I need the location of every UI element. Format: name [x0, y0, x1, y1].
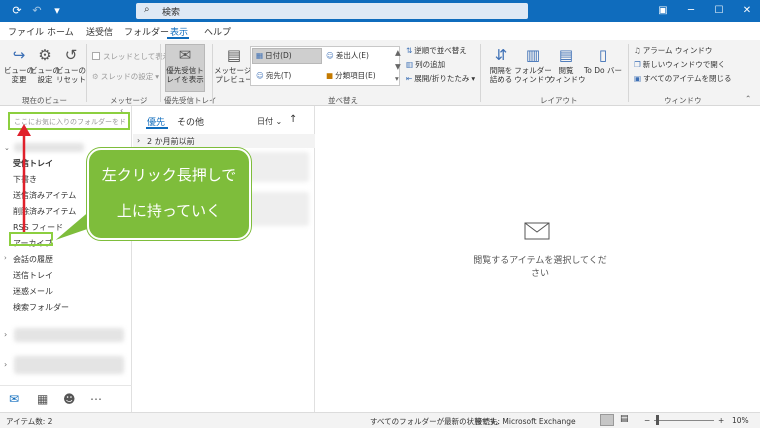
callout-line-1: 左クリック長押しで	[101, 166, 237, 184]
callout-line-2: 上に持っていく	[116, 202, 222, 220]
instruction-callout: 左クリック長押しで 上に持っていく	[87, 148, 251, 240]
